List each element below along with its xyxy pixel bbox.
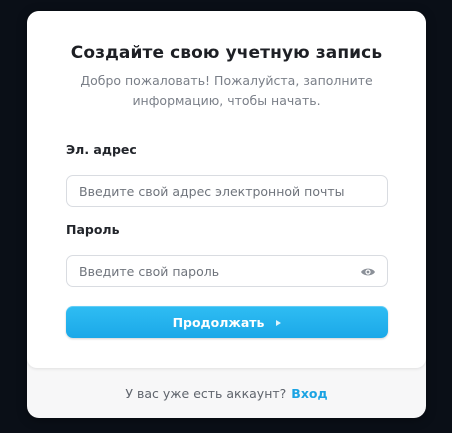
eye-icon[interactable]	[360, 264, 376, 278]
signup-form-panel: Создайте свою учетную запись Добро пожал…	[27, 11, 426, 368]
signup-card: Создайте свою учетную запись Добро пожал…	[27, 11, 426, 418]
page-subtitle: Добро пожаловать! Пожалуйста, заполните …	[80, 73, 373, 108]
email-field-wrapper	[66, 175, 388, 207]
caret-right-icon	[276, 319, 282, 326]
password-field[interactable]	[67, 256, 387, 286]
password-label: Пароль	[66, 222, 120, 237]
signin-link[interactable]: Вход	[291, 386, 327, 401]
password-field-wrapper	[66, 255, 388, 287]
page-title: Создайте свою учетную запись	[70, 43, 383, 63]
email-field[interactable]	[67, 176, 387, 206]
email-label: Эл. адрес	[66, 142, 137, 157]
continue-button-label: Продолжать	[172, 314, 265, 330]
continue-button[interactable]: Продолжать	[66, 306, 388, 338]
signin-footer: У вас уже есть аккаунт? Вход	[27, 368, 426, 418]
have-account-text: У вас уже есть аккаунт?	[125, 385, 287, 401]
